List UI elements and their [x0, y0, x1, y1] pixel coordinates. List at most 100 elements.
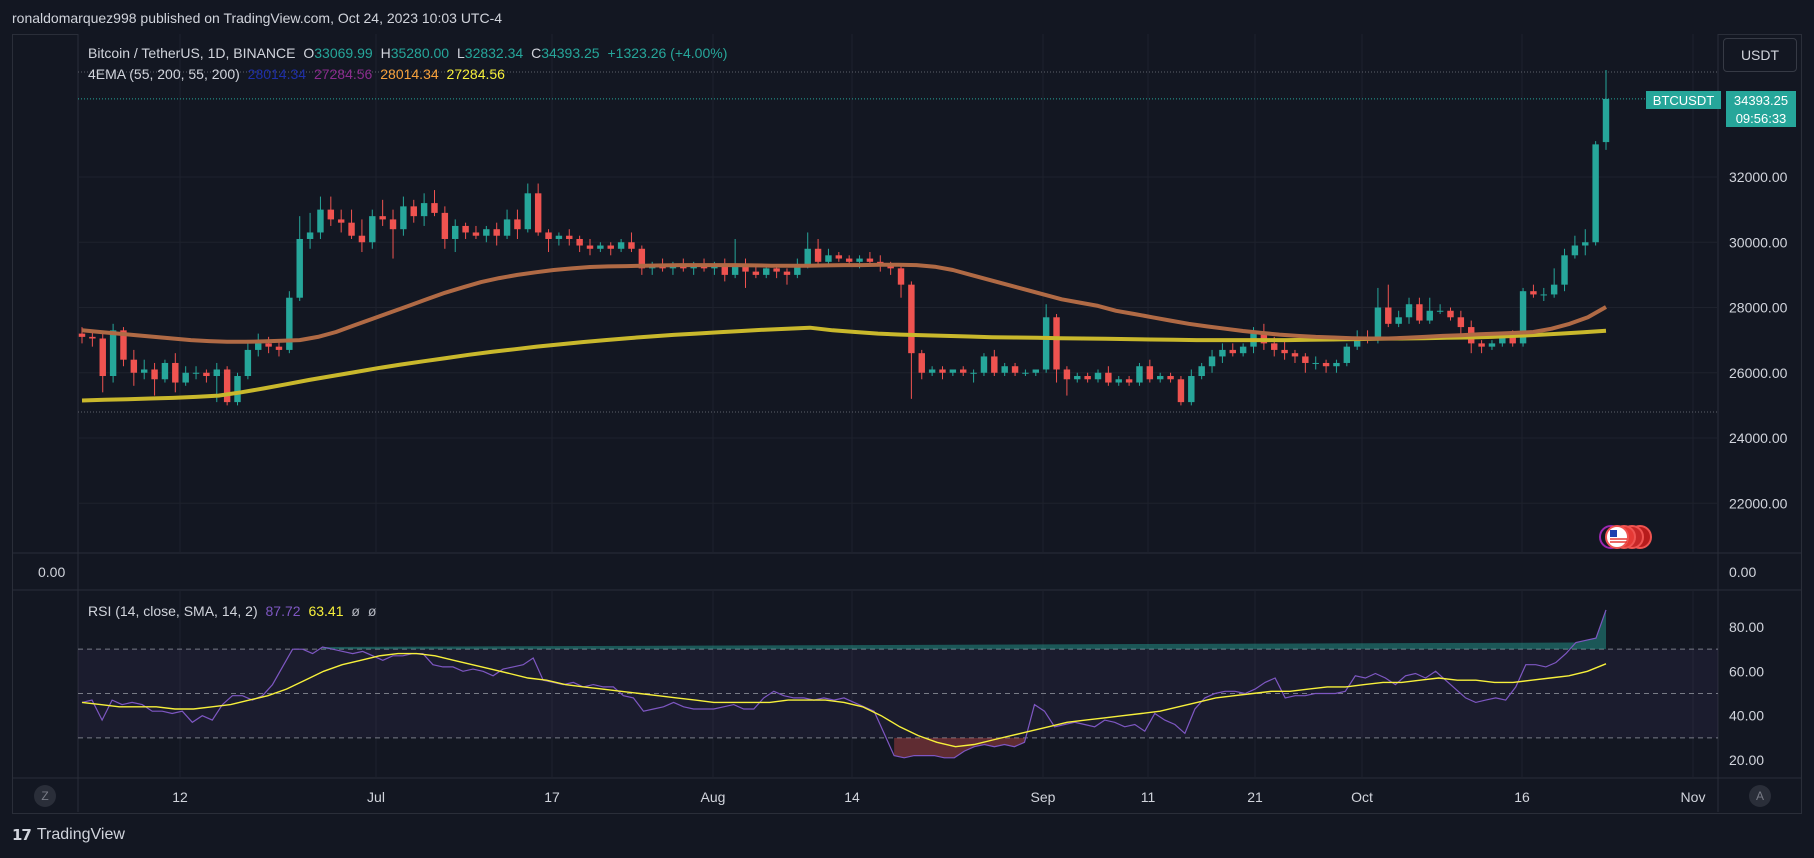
candle-body: [1156, 376, 1164, 380]
candle-body: [960, 369, 967, 373]
candle-body: [452, 225, 459, 239]
candle-body: [379, 216, 386, 220]
time-axis-label: Nov: [1681, 789, 1706, 805]
candle-body: [866, 258, 874, 262]
zero-right-label: 0.00: [1729, 564, 1757, 580]
candle-body: [99, 338, 106, 377]
rsi-lower-value: ø: [367, 603, 377, 619]
candle-body: [1385, 307, 1392, 324]
footer-branding[interactable]: 𝟭𝟳 TradingView: [12, 826, 125, 844]
auto-scale-button[interactable]: A: [1749, 785, 1771, 807]
candle-body: [1488, 343, 1496, 347]
candle-body: [1074, 376, 1081, 380]
candle-body: [1302, 356, 1309, 363]
candle-body: [1229, 349, 1236, 354]
candle-body: [1374, 307, 1382, 341]
candle-body: [1032, 369, 1040, 373]
time-axis-label: 17: [544, 789, 560, 805]
candle-body: [1322, 362, 1330, 367]
candle-body: [358, 235, 366, 243]
rsi-axis-label: 60.00: [1729, 663, 1764, 679]
high-label: H: [380, 45, 391, 61]
candle-body: [576, 238, 583, 246]
candle-body: [1281, 349, 1288, 354]
candle-body: [949, 369, 957, 373]
price-axis-label: 32000.00: [1729, 169, 1788, 185]
candle-body: [1208, 356, 1216, 367]
candle-body: [306, 232, 314, 239]
rsi-upper-value: ø: [351, 603, 360, 619]
time-axis-label: 11: [1141, 789, 1156, 805]
price-axis-label: 30000.00: [1729, 234, 1788, 250]
time-axis-label: 12: [172, 789, 188, 805]
candle-body: [78, 333, 86, 337]
candle-body: [400, 206, 407, 230]
candle-body: [1239, 346, 1247, 354]
price-pane: [78, 34, 1718, 553]
candle-body: [203, 372, 210, 377]
candle-body: [327, 209, 335, 220]
candle-body: [1063, 369, 1071, 380]
zero-left-label: 0.00: [38, 564, 66, 580]
candle-body: [566, 235, 573, 239]
price-axis-label: 24000.00: [1729, 430, 1788, 446]
candle-body: [980, 356, 988, 373]
candle-body: [1115, 379, 1122, 383]
close-label: C: [531, 45, 542, 61]
symbol-title[interactable]: Bitcoin / TetherUS, 1D, BINANCE: [88, 45, 295, 61]
low-value: 32832.34: [464, 45, 524, 61]
rsi-ma-value: 63.41: [308, 603, 344, 619]
candle-body: [265, 343, 272, 347]
open-value: 33069.99: [314, 45, 373, 61]
candle-body: [783, 271, 791, 275]
candle-body: [410, 206, 417, 217]
time-axis-label: Jul: [367, 789, 385, 805]
candle-body: [1478, 343, 1485, 347]
candle-body: [908, 284, 915, 354]
candle-body: [420, 203, 428, 217]
price-axis-label: 26000.00: [1729, 365, 1788, 381]
price-chart[interactable]: 32000.00 30000.00 28000.00 26000.00 24000.00…: [0, 0, 1814, 858]
candle-body: [773, 268, 780, 272]
rsi-title[interactable]: RSI (14, close, SMA, 14, 2): [88, 603, 258, 619]
candle-body: [213, 369, 220, 377]
candle-body: [369, 216, 376, 243]
candle-body: [389, 219, 397, 230]
candle-body: [1312, 362, 1319, 364]
candle-body: [493, 229, 500, 236]
candle-body: [617, 242, 625, 249]
currency-button[interactable]: USDT: [1723, 38, 1797, 72]
candle-body: [1167, 376, 1174, 380]
candle-body: [1146, 366, 1154, 380]
candle-body: [897, 268, 905, 285]
candle-body: [514, 219, 521, 230]
candle-body: [991, 356, 998, 373]
candle-body: [628, 242, 635, 249]
high-value: 35280.00: [390, 45, 450, 61]
us-events-flags[interactable]: [1598, 524, 1654, 550]
rsi-axis-label: 40.00: [1729, 708, 1764, 724]
time-axis-label: 16: [1514, 789, 1530, 805]
candle-body: [1271, 343, 1278, 350]
candle-body: [928, 369, 936, 373]
candle-body: [1105, 372, 1112, 383]
candle-body: [804, 248, 811, 266]
candle-body: [462, 225, 469, 233]
ema-value-1: 28014.34: [247, 66, 307, 82]
price-tag-countdown: 09:56:33: [1726, 109, 1796, 127]
candle-body: [1022, 372, 1029, 374]
time-axis-label: Sep: [1031, 789, 1056, 805]
candle-body: [151, 369, 158, 380]
zoom-left-button[interactable]: Z: [34, 785, 56, 807]
candle-body: [1602, 98, 1610, 143]
candle-body: [1219, 349, 1226, 357]
time-axis-label: 14: [844, 789, 860, 805]
candle-body: [431, 203, 438, 213]
candle-body: [89, 336, 96, 339]
candle-body: [296, 238, 303, 298]
candle-body: [140, 369, 148, 373]
candle-body: [1426, 310, 1433, 321]
ema-title[interactable]: 4EMA (55, 200, 55, 200): [88, 66, 240, 82]
rsi-axis-label: 80.00: [1729, 619, 1764, 635]
rsi-legend: RSI (14, close, SMA, 14, 2) 87.72 63.41 …: [88, 603, 380, 619]
